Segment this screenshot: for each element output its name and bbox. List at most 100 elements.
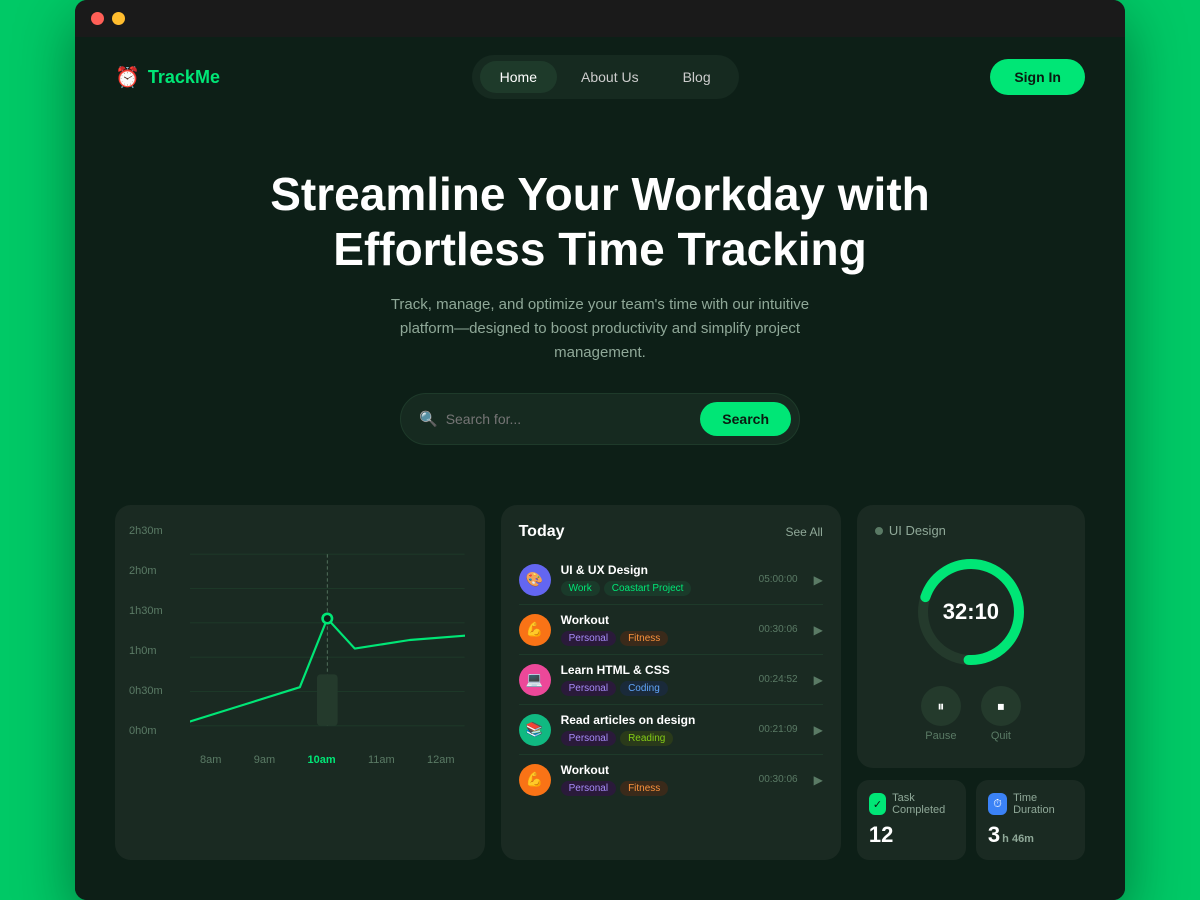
task-time: 05:00:00 [759,574,798,585]
play-button[interactable]: ▶ [814,573,823,587]
today-header: Today See All [519,523,823,541]
duration-value: 3 [988,822,1000,848]
logo-text: TrackMe [148,67,220,88]
chart-x-labels: 8am 9am 10am 11am 12am [190,754,465,766]
stat-header: ⏱ Time Duration [988,792,1073,816]
navbar: ⏰ TrackMe Home About Us Blog Sign In [75,37,1125,117]
task-tags: Personal Fitness [561,631,749,646]
pause-ctrl: ⏸ Pause [921,686,961,742]
y-label: 1h0m [129,645,163,657]
hero-subtext: Track, manage, and optimize your team's … [390,293,810,365]
task-icon: 🎨 [519,564,551,596]
task-tags: Personal Reading [561,731,749,746]
task-complete-icon: ✓ [869,793,886,815]
task-icon: 💪 [519,614,551,646]
logo-icon: ⏰ [115,65,140,90]
timer-card: UI Design 32:10 ⏸ Pause [857,505,1085,768]
timer-status-dot [875,527,883,535]
search-bar: 🔍 Search [400,393,800,445]
quit-button[interactable]: ⏹ [981,686,1021,726]
task-tags: Work Coastart Project [561,581,749,596]
task-tags: Personal Fitness [561,781,749,796]
task-item: 📚 Read articles on design Personal Readi… [519,705,823,755]
task-name: Workout [561,763,749,777]
chart-y-labels: 2h30m 2h0m 1h30m 1h0m 0h30m 0h0m [129,525,163,737]
task-time: 00:24:52 [759,674,798,685]
duration-unit: h 46m [1002,833,1034,845]
timer-section: UI Design 32:10 ⏸ Pause [857,505,1085,860]
x-label: 11am [368,754,395,766]
tag: Coastart Project [604,581,692,596]
stat-title: Task Completed [892,792,954,816]
tag: Work [561,581,600,596]
today-title: Today [519,523,565,541]
hero-heading: Streamline Your Workday with Effortless … [115,167,1085,277]
tag: Personal [561,731,616,746]
task-time: 00:30:06 [759,774,798,785]
stats-row: ✓ Task Completed 12 ⏱ Time Duration [857,780,1085,860]
task-icon: 💪 [519,764,551,796]
stat-header: ✓ Task Completed [869,792,954,816]
dot-green[interactable] [133,12,146,25]
task-info: Read articles on design Personal Reading [561,713,749,746]
task-info: Workout Personal Fitness [561,613,749,646]
tag: Coding [620,681,668,696]
pause-button[interactable]: ⏸ [921,686,961,726]
x-label-active: 10am [308,754,336,766]
task-item: 💪 Workout Personal Fitness 00:30:06 ▶ [519,605,823,655]
nav-about[interactable]: About Us [561,61,659,93]
chart-card: 2h30m 2h0m 1h30m 1h0m 0h30m 0h0m [115,505,485,860]
page-content: ⏰ TrackMe Home About Us Blog Sign In Str… [75,37,1125,900]
task-info: Workout Personal Fitness [561,763,749,796]
stat-title: Time Duration [1013,792,1073,816]
task-item: 💻 Learn HTML & CSS Personal Coding 00:24… [519,655,823,705]
nav-home[interactable]: Home [480,61,557,93]
timer-display: 32:10 [943,599,999,625]
task-info: Learn HTML & CSS Personal Coding [561,663,749,696]
play-button[interactable]: ▶ [814,723,823,737]
chart-svg [190,535,465,745]
x-label: 8am [200,754,221,766]
task-time: 00:21:09 [759,724,798,735]
tag: Fitness [620,631,668,646]
cards-section: 2h30m 2h0m 1h30m 1h0m 0h30m 0h0m [75,485,1125,900]
nav-links: Home About Us Blog [472,55,739,99]
browser-window: ⏰ TrackMe Home About Us Blog Sign In Str… [75,0,1125,900]
signin-button[interactable]: Sign In [990,59,1085,95]
task-info: UI & UX Design Work Coastart Project [561,563,749,596]
y-label: 2h30m [129,525,163,537]
task-item: 💪 Workout Personal Fitness 00:30:06 ▶ [519,755,823,804]
search-button[interactable]: Search [700,402,791,436]
task-name: Read articles on design [561,713,749,727]
task-count: 12 [869,822,893,848]
stat-value: 12 [869,822,954,848]
y-label: 0h0m [129,725,163,737]
task-name: Workout [561,613,749,627]
play-button[interactable]: ▶ [814,623,823,637]
see-all-link[interactable]: See All [785,525,822,539]
quit-ctrl: ⏹ Quit [981,686,1021,742]
timer-title: UI Design [889,523,946,538]
x-label: 9am [254,754,275,766]
pause-label: Pause [925,730,956,742]
chart-area: 8am 9am 10am 11am 12am [190,535,465,765]
nav-blog[interactable]: Blog [663,61,731,93]
browser-chrome [75,0,1125,37]
tag: Personal [561,781,616,796]
tag: Personal [561,631,616,646]
x-label: 12am [427,754,455,766]
task-tags: Personal Coding [561,681,749,696]
time-duration-icon: ⏱ [988,793,1007,815]
task-icon: 💻 [519,664,551,696]
dot-yellow[interactable] [112,12,125,25]
timer-controls: ⏸ Pause ⏹ Quit [875,686,1067,742]
y-label: 0h30m [129,685,163,697]
play-button[interactable]: ▶ [814,673,823,687]
today-card: Today See All 🎨 UI & UX Design Work Coas… [501,505,841,860]
logo[interactable]: ⏰ TrackMe [115,65,220,90]
y-label: 2h0m [129,565,163,577]
play-button[interactable]: ▶ [814,773,823,787]
donut-wrap: 32:10 [875,552,1067,672]
search-input[interactable] [446,411,701,427]
dot-red[interactable] [91,12,104,25]
